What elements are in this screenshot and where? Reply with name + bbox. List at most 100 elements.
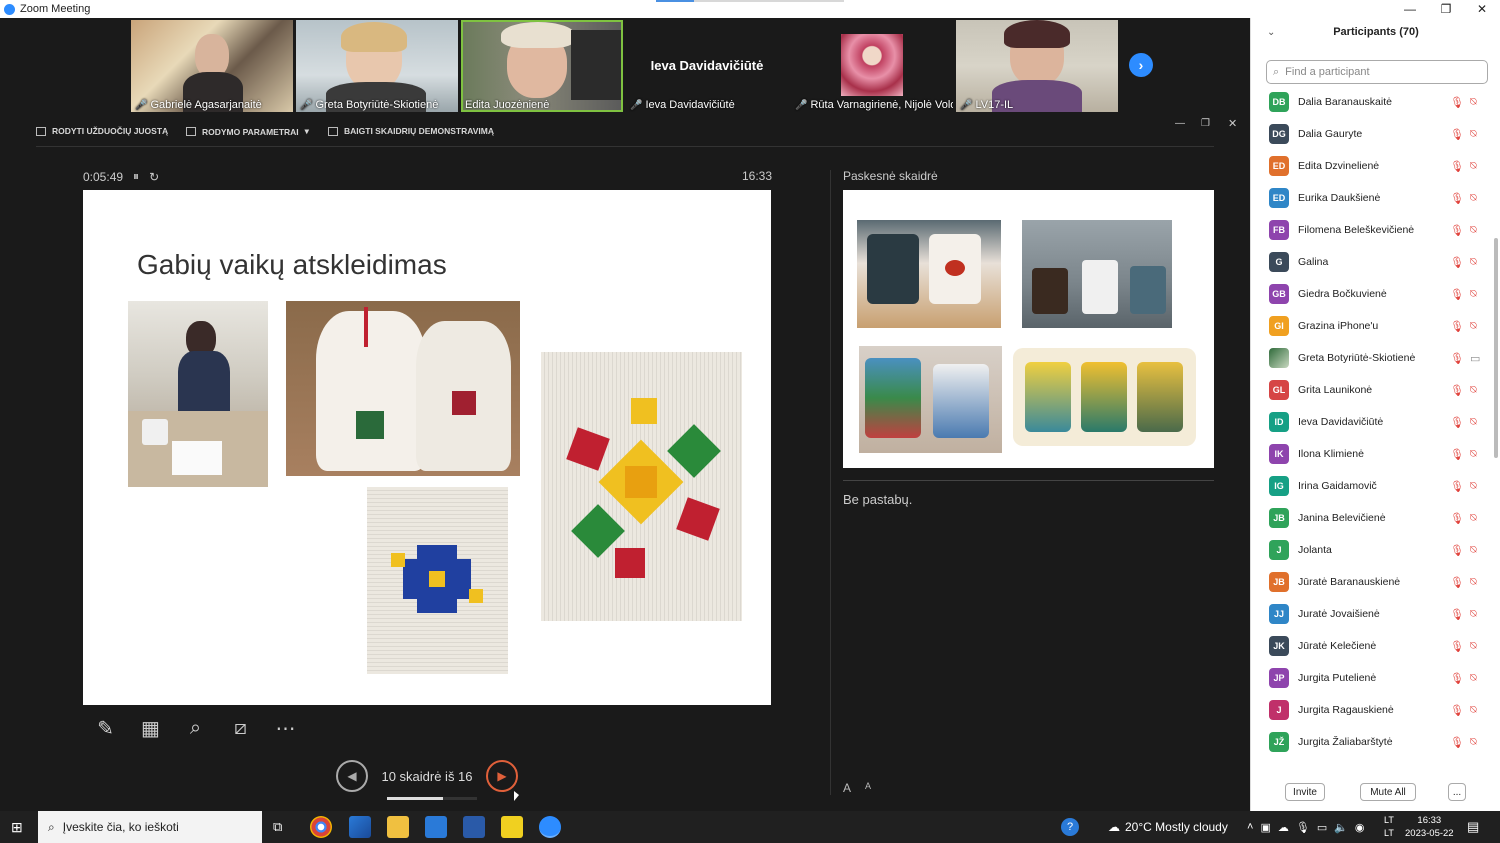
participant-row[interactable]: J Jurgita Ragauskienė 🎙 ⍉ bbox=[1251, 694, 1493, 726]
see-all-slides-icon[interactable]: ▦ bbox=[128, 713, 173, 743]
participant-row[interactable]: GB Giedra Bočkuvienė 🎙 ⍉ bbox=[1251, 278, 1493, 310]
more-options-button[interactable]: ... bbox=[1448, 783, 1466, 801]
zoom-magnifier-icon[interactable]: ⌕ bbox=[173, 713, 218, 743]
mute-all-button[interactable]: Mute All bbox=[1360, 783, 1416, 801]
video-tile-no-camera[interactable]: Ieva Davidavičiūtė 🎤 Ieva Davidavičiūtė bbox=[626, 20, 788, 112]
participant-search-input[interactable]: ⌕ Find a participant bbox=[1266, 60, 1488, 84]
next-slide-icon[interactable]: ▶ bbox=[486, 760, 518, 792]
zoom-app-icon[interactable] bbox=[539, 816, 561, 838]
avatar: ED bbox=[1269, 156, 1289, 176]
increase-font-icon[interactable]: A bbox=[843, 781, 851, 795]
restart-timer-icon[interactable]: ↻ bbox=[149, 170, 159, 184]
decrease-font-icon[interactable]: A bbox=[865, 781, 871, 795]
file-explorer-icon[interactable] bbox=[387, 816, 409, 838]
taskbar-search-input[interactable]: ⌕ Įveskite čia, ko ieškoti bbox=[38, 811, 262, 843]
participant-row[interactable]: J Jolanta 🎙 ⍉ bbox=[1251, 534, 1493, 566]
chrome-icon[interactable] bbox=[310, 816, 332, 838]
participant-row[interactable]: ID Ieva Davidavičiūtė 🎙 ⍉ bbox=[1251, 406, 1493, 438]
previous-slide-icon[interactable]: ◀ bbox=[336, 760, 368, 792]
close-icon[interactable]: ✕ bbox=[1464, 0, 1500, 18]
video-off-icon: ⍉ bbox=[1469, 447, 1477, 460]
pause-icon[interactable]: ⏸ bbox=[133, 169, 139, 184]
participant-row[interactable]: FB Filomena Beleškevičienė 🎙 ⍉ bbox=[1251, 214, 1493, 246]
panel-divider[interactable] bbox=[830, 170, 831, 795]
muted-mic-icon: 🎤 bbox=[960, 99, 973, 111]
participant-name: Edita Dzvinelienė bbox=[1298, 160, 1380, 172]
current-slide[interactable]: Gabių vaikų atskleidimas bbox=[83, 190, 771, 705]
participant-name: Greta Botyriūtė-Skiotienė bbox=[1298, 352, 1416, 364]
video-tile[interactable]: 🎤 Greta Botyriūtė-Skiotienė bbox=[296, 20, 458, 112]
participant-status-icons: 🎙 ⍉ bbox=[1450, 96, 1477, 109]
participant-row[interactable]: ED Eurika Daukšienė 🎙 ⍉ bbox=[1251, 182, 1493, 214]
speaker-notes[interactable]: Be pastabų. bbox=[843, 492, 912, 507]
participant-row[interactable]: GL Grita Launikonė 🎙 ⍉ bbox=[1251, 374, 1493, 406]
participant-row[interactable]: ED Edita Dzvinelienė 🎙 ⍉ bbox=[1251, 150, 1493, 182]
notifications-icon[interactable]: ▤ bbox=[1467, 819, 1479, 835]
display-settings-button[interactable]: RODYMO PARAMETRAI ▾ bbox=[186, 126, 309, 137]
speaker-icon[interactable]: 🔈 bbox=[1334, 821, 1348, 834]
avatar: J bbox=[1269, 700, 1289, 720]
video-off-icon: ⍉ bbox=[1469, 127, 1477, 140]
invite-button[interactable]: Invite bbox=[1285, 783, 1325, 801]
word-icon[interactable] bbox=[463, 816, 485, 838]
task-view-icon[interactable]: ⧉ bbox=[273, 819, 282, 835]
participant-row[interactable]: IK Ilona Klimienė 🎙 ⍉ bbox=[1251, 438, 1493, 470]
participant-row[interactable]: GI Grazina iPhone'u 🎙 ⍉ bbox=[1251, 310, 1493, 342]
pen-icon[interactable]: ✎ bbox=[83, 713, 128, 743]
end-slideshow-button[interactable]: BAIGTI SKAIDRIŲ DEMONSTRAVIMĄ bbox=[328, 126, 494, 136]
video-tile-profile-photo[interactable]: 🎤 Rūta Varnagirienė, Nijolė Volo... bbox=[791, 20, 953, 112]
drag-handle[interactable] bbox=[656, 0, 694, 2]
video-tile[interactable]: 🎤 Gabrielė Agasarjanaitė bbox=[131, 20, 293, 112]
system-clock[interactable]: 16:33 2023-05-22 bbox=[1405, 814, 1454, 840]
participant-row[interactable]: G Galina 🎙 ⍉ bbox=[1251, 246, 1493, 278]
avatar: FB bbox=[1269, 220, 1289, 240]
weather-widget[interactable]: ☁ 20°C Mostly cloudy bbox=[1108, 811, 1228, 843]
next-slide-photo-mugs-3 bbox=[859, 346, 1002, 453]
sticky-notes-icon[interactable] bbox=[501, 816, 523, 838]
more-options-icon[interactable]: ⋯ bbox=[263, 713, 308, 743]
participant-row[interactable]: JP Jurgita Putelienė 🎙 ⍉ bbox=[1251, 662, 1493, 694]
participant-status-icons: 🎙 ⍉ bbox=[1450, 544, 1477, 557]
video-tile-active-speaker[interactable]: Edita Juozėnienė bbox=[461, 20, 623, 112]
participant-row[interactable]: IG Irina Gaidamovič 🎙 ⍉ bbox=[1251, 470, 1493, 502]
onedrive-icon[interactable]: ☁ bbox=[1278, 821, 1289, 834]
help-icon[interactable]: ? bbox=[1061, 818, 1079, 836]
participant-row[interactable]: DB Dalia Baranauskaitė 🎙 ⍉ bbox=[1251, 86, 1493, 118]
participant-row[interactable]: JJ Juratė Jovaišienė 🎙 ⍉ bbox=[1251, 598, 1493, 630]
minimize-presenter-icon[interactable]: — bbox=[1175, 118, 1185, 129]
battery-icon[interactable]: ▭ bbox=[1317, 821, 1327, 834]
windows-start-icon[interactable]: ⊞ bbox=[11, 819, 23, 836]
minimize-icon[interactable]: — bbox=[1392, 0, 1428, 18]
restore-icon[interactable]: ❐ bbox=[1428, 0, 1464, 18]
store-icon[interactable] bbox=[349, 816, 371, 838]
muted-mic-icon: 🎙 bbox=[1450, 384, 1464, 397]
next-page-icon[interactable]: › bbox=[1129, 53, 1153, 77]
video-off-icon: ⍉ bbox=[1469, 543, 1477, 556]
participant-row[interactable]: JB Janina Belevičienė 🎙 ⍉ bbox=[1251, 502, 1493, 534]
mic-icon[interactable]: 🎙 bbox=[1296, 821, 1310, 834]
black-screen-icon[interactable]: ⧄ bbox=[218, 713, 263, 743]
close-presenter-icon[interactable]: ✕ bbox=[1228, 117, 1237, 130]
restore-presenter-icon[interactable]: ❐ bbox=[1201, 118, 1210, 129]
next-slide-photo-mugs-1 bbox=[857, 220, 1001, 328]
network-icon[interactable]: ◉ bbox=[1355, 821, 1365, 834]
participant-row[interactable]: DG Dalia Gauryte 🎙 ⍉ bbox=[1251, 118, 1493, 150]
muted-mic-icon: 🎙 bbox=[1450, 672, 1464, 685]
next-slide-preview[interactable] bbox=[843, 190, 1214, 468]
participant-row[interactable]: JŽ Jurgita Žaliabarštytė 🎙 ⍉ bbox=[1251, 726, 1493, 758]
monitor-icon bbox=[186, 127, 196, 136]
participant-list-scrollbar[interactable] bbox=[1494, 238, 1498, 458]
chevron-up-icon[interactable]: ˄ bbox=[1247, 821, 1253, 833]
mail-icon[interactable] bbox=[425, 816, 447, 838]
video-tile[interactable]: 🎤 LV17-IL bbox=[956, 20, 1118, 112]
video-off-icon: ⍉ bbox=[1469, 95, 1477, 108]
video-off-icon: ⍉ bbox=[1469, 511, 1477, 524]
show-taskbar-button[interactable]: RODYTI UŽDUOČIŲ JUOSTĄ bbox=[36, 126, 168, 136]
tray-app-icon[interactable]: ▣ bbox=[1260, 821, 1270, 834]
avatar: JK bbox=[1269, 636, 1289, 656]
language-indicator[interactable]: LT LT bbox=[1384, 814, 1394, 840]
participant-row[interactable]: JK Jūratė Kelečienė 🎙 ⍉ bbox=[1251, 630, 1493, 662]
participant-row[interactable]: Greta Botyriūtė-Skiotienė 🎙 ▭ bbox=[1251, 342, 1493, 374]
participant-status-icons: 🎙 ⍉ bbox=[1450, 128, 1477, 141]
participant-row[interactable]: JB Jūratė Baranauskienė 🎙 ⍉ bbox=[1251, 566, 1493, 598]
